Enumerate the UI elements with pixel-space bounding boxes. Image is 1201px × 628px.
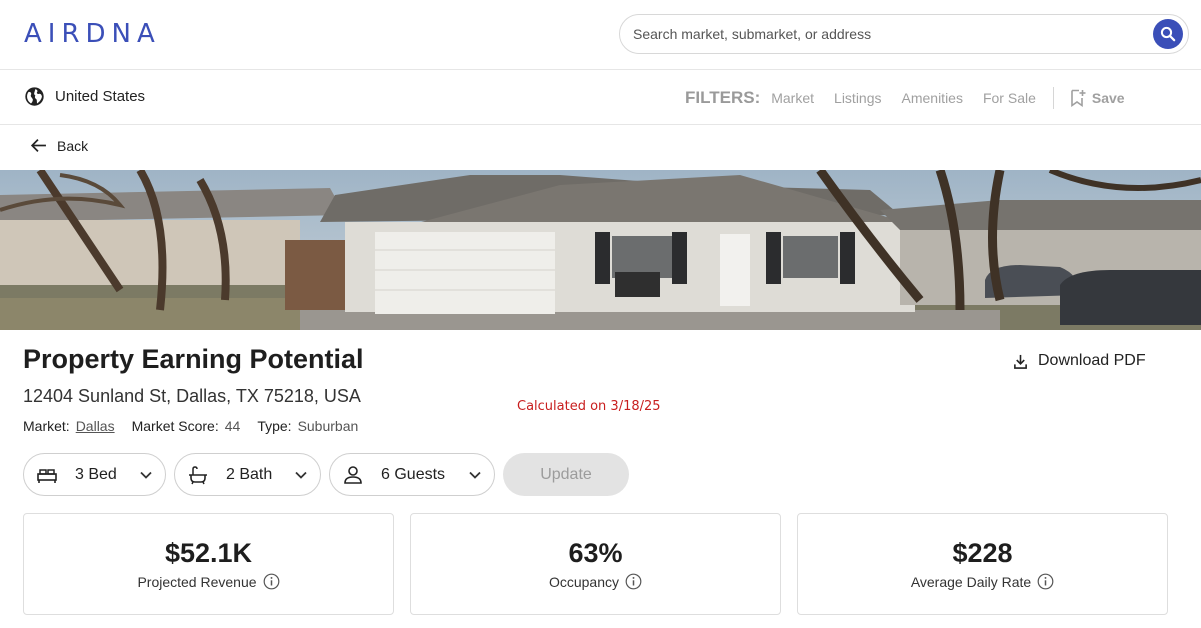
filter-bar: United States FILTERS: Market Listings A… (0, 70, 1201, 125)
market-link[interactable]: Dallas (76, 418, 115, 434)
download-label: Download PDF (1038, 352, 1146, 369)
guests-select[interactable]: 6 Guests (329, 453, 495, 496)
metric-label: Occupancy (548, 573, 620, 590)
market-score-label: Market Score: (131, 418, 219, 434)
filter-for-sale[interactable]: For Sale (983, 90, 1036, 106)
chevron-down-icon (469, 471, 481, 479)
download-pdf-button[interactable]: Download PDF (1013, 352, 1146, 370)
metric-card-occupancy: 63% Occupancy (410, 513, 781, 615)
country-label: United States (55, 88, 146, 105)
chevron-down-icon (140, 471, 152, 479)
search-icon (1160, 26, 1176, 42)
market-label: Market: (23, 418, 70, 434)
info-icon[interactable] (263, 573, 280, 590)
calculated-date: Calculated on 3/18/25 (517, 399, 661, 414)
filters-divider (1052, 87, 1054, 109)
update-button[interactable]: Update (503, 453, 629, 496)
logo-text: AIRDNA (24, 19, 161, 49)
metric-label-row: Occupancy (411, 573, 780, 590)
save-label: Save (1091, 90, 1125, 106)
property-photo (0, 170, 1201, 330)
bathtub-icon (189, 466, 207, 485)
bath-select[interactable]: 2 Bath (174, 453, 321, 496)
filter-market[interactable]: Market (771, 90, 814, 106)
market-score-value: 44 (224, 418, 241, 434)
filters-title: FILTERS: (685, 88, 761, 107)
airdna-logo[interactable]: AIRDNA (24, 19, 161, 49)
download-icon (1014, 354, 1027, 369)
metric-value: $228 (952, 538, 1013, 568)
country-selector[interactable]: United States (24, 86, 145, 107)
globe-icon (25, 87, 44, 106)
filter-listings[interactable]: Listings (834, 90, 881, 106)
page-title: Property Earning Potential (23, 344, 364, 374)
info-icon[interactable] (1037, 573, 1054, 590)
back-button[interactable]: Back (30, 137, 88, 154)
bookmark-add-icon (1071, 89, 1086, 107)
person-icon (344, 466, 362, 484)
top-header: AIRDNA (0, 0, 1201, 70)
info-icon[interactable] (625, 573, 642, 590)
arrow-left-icon (30, 139, 46, 152)
metric-label: Projected Revenue (137, 573, 257, 590)
search-input[interactable] (633, 15, 1153, 53)
search-bar (619, 14, 1189, 54)
bed-value: 3 Bed (75, 466, 117, 483)
bed-select[interactable]: 3 Bed (23, 453, 166, 496)
type-label: Type: (257, 418, 292, 434)
metric-value: 63% (568, 538, 623, 568)
back-label: Back (57, 137, 89, 154)
bed-icon (37, 469, 57, 483)
save-button[interactable]: Save (1070, 89, 1125, 107)
filters-group: FILTERS: Market Listings Amenities For S… (685, 87, 1125, 109)
metric-card-adr: $228 Average Daily Rate (797, 513, 1168, 615)
metric-card-revenue: $52.1K Projected Revenue (23, 513, 394, 615)
filter-amenities[interactable]: Amenities (902, 90, 963, 106)
metric-label: Average Daily Rate (910, 573, 1032, 590)
metric-label-row: Projected Revenue (24, 573, 393, 590)
chevron-down-icon (295, 471, 307, 479)
type-value: Suburban (297, 418, 359, 434)
metric-value: $52.1K (164, 538, 253, 568)
property-address: 12404 Sunland St, Dallas, TX 75218, USA (23, 386, 361, 406)
bath-value: 2 Bath (226, 466, 273, 483)
metric-label-row: Average Daily Rate (798, 573, 1167, 590)
search-button[interactable] (1153, 19, 1183, 49)
guests-value: 6 Guests (381, 466, 446, 483)
property-meta: Market: Dallas Market Score: 44 Type: Su… (23, 418, 375, 434)
